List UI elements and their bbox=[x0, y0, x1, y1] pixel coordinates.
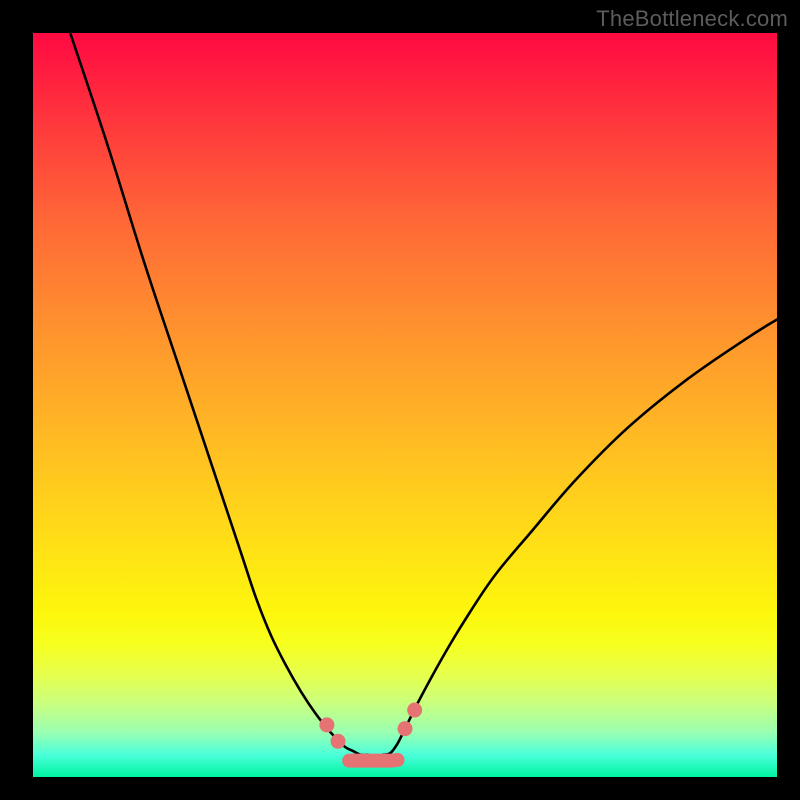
left-curve-line bbox=[70, 33, 368, 755]
left-dot-1 bbox=[319, 717, 334, 732]
curve-layer bbox=[33, 33, 777, 777]
flat-bottom-line bbox=[349, 760, 397, 761]
watermark-text: TheBottleneck.com bbox=[596, 6, 788, 32]
chart-frame: TheBottleneck.com bbox=[0, 0, 800, 800]
plot-area bbox=[33, 33, 777, 777]
right-dot-1 bbox=[398, 721, 413, 736]
right-dot-2 bbox=[407, 703, 422, 718]
marker-dots bbox=[319, 703, 422, 749]
left-dot-2 bbox=[331, 734, 346, 749]
right-curve-line bbox=[383, 319, 777, 754]
